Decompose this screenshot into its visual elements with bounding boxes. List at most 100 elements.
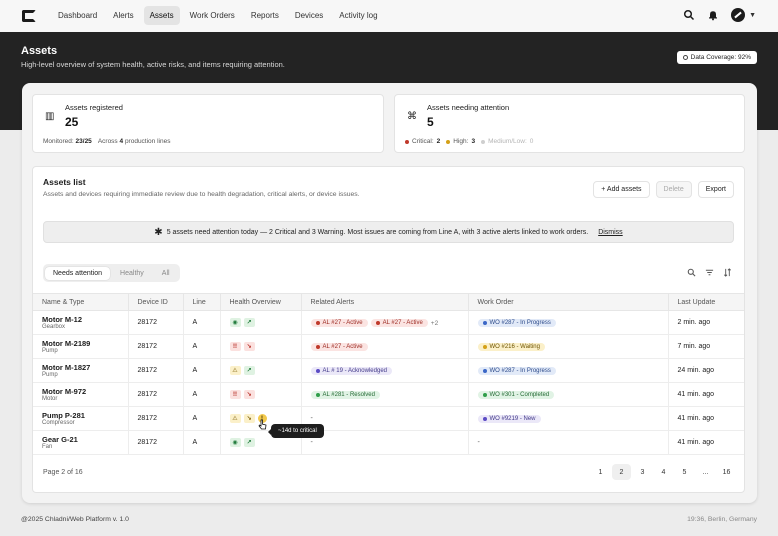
- health-tooltip: ~14d to critical: [268, 424, 324, 438]
- high-label: High:: [453, 138, 469, 145]
- sort-icon[interactable]: [723, 268, 732, 277]
- cell-device-id: 28172: [128, 430, 184, 455]
- cell-name: Motor M-12 Gearbox: [33, 310, 129, 335]
- nav-activity-log[interactable]: Activity log: [333, 6, 383, 25]
- cell-last-update: 24 min. ago: [668, 358, 744, 383]
- page-ellipsis: ...: [702, 468, 709, 476]
- alert-chip-text: AL #27 - Active: [322, 319, 363, 326]
- tab-healthy[interactable]: Healthy: [112, 267, 152, 280]
- cell-device-id: 28172: [128, 334, 184, 359]
- alert-chip[interactable]: AL #27 - Active: [310, 342, 368, 351]
- cell-line: A: [183, 382, 221, 407]
- attention-banner: ✱ 5 assets need attention today — 2 Crit…: [43, 221, 734, 243]
- alert-chip[interactable]: AL #27 - Active: [370, 318, 428, 327]
- search-icon[interactable]: [683, 9, 695, 21]
- cell-last-update: 41 min. ago: [668, 406, 744, 431]
- critical-icon: !!: [229, 390, 241, 399]
- page-2[interactable]: 2: [612, 464, 631, 480]
- trend-down-icon: ↘: [243, 390, 255, 399]
- assets-registered-label: Assets registered: [65, 103, 123, 112]
- warning-icon: ⚠: [229, 414, 241, 423]
- add-assets-button[interactable]: + Add assets: [593, 181, 650, 198]
- col-work-order[interactable]: Work Order: [468, 293, 669, 311]
- cell-work-order: WO #287 - In Progress: [468, 358, 669, 383]
- tab-all[interactable]: All: [154, 267, 178, 280]
- high-value: 3: [471, 138, 476, 145]
- cell-work-order: -: [468, 430, 669, 455]
- cell-name: Pump P-281 Compressor: [33, 406, 129, 431]
- list-subtitle: Assets and devices requiring immediate r…: [43, 191, 360, 198]
- col-name-type[interactable]: Name & Type: [33, 293, 129, 311]
- alert-chip[interactable]: AL #281 - Resolved: [310, 390, 380, 399]
- monitored-label: Monitored:: [43, 138, 74, 145]
- cell-device-id: 28172: [128, 310, 184, 335]
- export-button[interactable]: Export: [697, 181, 734, 198]
- nav-devices[interactable]: Devices: [289, 6, 329, 25]
- table-row[interactable]: Motor M-972 Motor 28172 A !! ↘ AL #281 - R…: [33, 382, 744, 407]
- work-order-chip[interactable]: WO #216 - Waiting: [477, 342, 545, 351]
- col-line[interactable]: Line: [183, 293, 221, 311]
- work-order-text: WO #287 - In Progress: [489, 319, 551, 326]
- alert-chip-text: AL # 19 - Acknowledged: [322, 367, 388, 374]
- chevron-down-icon[interactable]: ▼: [749, 12, 756, 19]
- cell-health: !! ↘: [220, 334, 302, 359]
- table-row[interactable]: Pump P-281 Compressor 28172 A ⚠ ↘! - WO #9…: [33, 406, 744, 431]
- asterisk-icon: ✱: [154, 226, 163, 238]
- cell-alerts: AL #27 - Active AL #27 - Active +2: [301, 310, 469, 335]
- table-row[interactable]: Gear G-21 Fan 28172 A ◉ ↗ - - 41 min. ago: [33, 430, 744, 455]
- logo-icon[interactable]: [22, 10, 36, 22]
- nav-reports[interactable]: Reports: [245, 6, 285, 25]
- col-health-overview[interactable]: Health Overview: [220, 293, 302, 311]
- cell-alerts: -: [301, 406, 469, 431]
- alert-chip-text: AL #281 - Resolved: [322, 391, 375, 398]
- low-value: 0: [529, 138, 534, 145]
- alert-chip[interactable]: AL # 19 - Acknowledged: [310, 366, 392, 375]
- cell-alerts: AL #27 - Active: [301, 334, 469, 359]
- work-order-chip[interactable]: WO #9219 - New: [477, 414, 541, 423]
- col-related-alerts[interactable]: Related Alerts: [301, 293, 469, 311]
- filter-icon[interactable]: [705, 268, 714, 277]
- avatar[interactable]: [731, 8, 746, 22]
- bell-icon[interactable]: [707, 9, 719, 21]
- page-5[interactable]: 5: [675, 464, 694, 480]
- table-row[interactable]: Motor M-2189 Pump 28172 A !! ↘ AL #27 - Ac…: [33, 334, 744, 359]
- cell-name: Motor M-1827 Pump: [33, 358, 129, 383]
- nav-dashboard[interactable]: Dashboard: [52, 6, 103, 25]
- trend-down-icon: ↘: [243, 342, 255, 351]
- nav-assets[interactable]: Assets: [143, 6, 180, 25]
- cell-health: ◉ ↗: [220, 310, 302, 335]
- work-order-text: WO #301 - Completed: [489, 391, 550, 398]
- work-order-text: WO #216 - Waiting: [489, 343, 540, 350]
- page-1[interactable]: 1: [591, 464, 610, 480]
- work-order-chip[interactable]: WO #287 - In Progress: [477, 366, 556, 375]
- page-16[interactable]: 16: [717, 464, 736, 480]
- footer-clock: 19:36, Berlin, Germany: [687, 516, 757, 523]
- search-icon[interactable]: [687, 268, 696, 277]
- work-order-chip[interactable]: WO #301 - Completed: [477, 390, 555, 399]
- tab-needs-attention[interactable]: Needs attention: [45, 266, 111, 280]
- col-device-id[interactable]: Device ID: [128, 293, 184, 311]
- work-order-chip[interactable]: WO #287 - In Progress: [477, 318, 556, 327]
- assets-attention-label: Assets needing attention: [427, 103, 510, 112]
- data-coverage-badge: Data Coverage: 92%: [676, 51, 757, 64]
- nav-alerts[interactable]: Alerts: [107, 6, 139, 25]
- cell-health: ⚠ ↗: [220, 358, 302, 383]
- table-row[interactable]: Motor M-12 Gearbox 28172 A ◉ ↗ AL #27 - Ac…: [33, 310, 744, 335]
- list-title: Assets list: [43, 177, 86, 187]
- col-last-update[interactable]: Last Update: [668, 293, 744, 311]
- table-row[interactable]: Motor M-1827 Pump 28172 A ⚠ ↗ AL # 19 - Ac…: [33, 358, 744, 383]
- cell-alerts: AL #281 - Resolved: [301, 382, 469, 407]
- assets-attention-value: 5: [427, 115, 434, 129]
- page-3[interactable]: 3: [633, 464, 652, 480]
- dismiss-link[interactable]: Dismiss: [598, 229, 623, 236]
- data-coverage-text: Data Coverage: 92%: [690, 54, 751, 61]
- more-alerts[interactable]: +2: [431, 320, 438, 327]
- healthy-icon: ◉: [229, 318, 241, 327]
- page-4[interactable]: 4: [654, 464, 673, 480]
- alert-chip[interactable]: AL #27 - Active: [310, 318, 368, 327]
- trend-down-icon: ↘: [243, 414, 255, 423]
- delete-button[interactable]: Delete: [655, 181, 692, 198]
- cell-last-update: 41 min. ago: [668, 430, 744, 455]
- lines-value: 4: [119, 138, 124, 145]
- nav-work-orders[interactable]: Work Orders: [184, 6, 241, 25]
